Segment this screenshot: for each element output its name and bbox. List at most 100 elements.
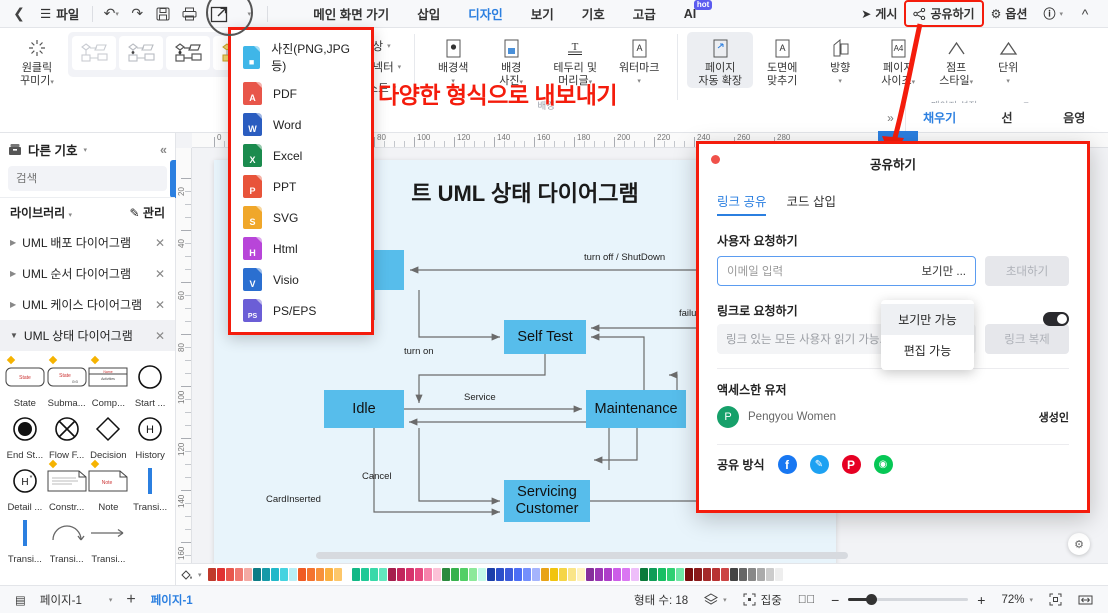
add-page-button[interactable]: + [119,591,142,609]
shape-composite[interactable]: Name Activities Comp... [88,355,130,409]
print-icon[interactable] [176,3,202,25]
library-item-sequence[interactable]: ▶ UML 순서 다이어그램 ✕ [0,258,175,289]
shape-submachine[interactable]: State ⊙⊙ Subma... [46,355,88,409]
color-swatch[interactable] [558,568,567,581]
close-icon[interactable]: ✕ [155,329,165,343]
tab-link-share[interactable]: 링크 공유 [717,191,767,216]
page-auto-expand-button[interactable]: 페이지 자동 확장 [687,32,754,88]
color-swatch[interactable] [342,568,351,581]
chevron-down-icon[interactable]: ▾ [838,75,842,88]
color-swatch[interactable] [612,568,621,581]
color-swatch[interactable] [243,568,252,581]
color-swatch[interactable] [216,568,225,581]
library-item-usecase[interactable]: ▶ UML 케이스 다이어그램 ✕ [0,289,175,320]
play-icon[interactable]: ▶⃝ [791,594,822,606]
color-swatch[interactable] [747,568,756,581]
help-button[interactable]: ⓘ ▾ [1036,2,1070,25]
shape-start-state[interactable]: Start ... [129,359,171,409]
color-swatch[interactable] [513,568,522,581]
export-item-svg[interactable]: S SVG [231,202,371,233]
color-swatch[interactable] [288,568,297,581]
facebook-icon[interactable]: f [777,455,797,474]
invite-button[interactable]: 초대하기 [985,256,1069,286]
color-swatch[interactable] [351,568,360,581]
redo-icon[interactable]: ↷ [124,3,150,25]
view-mode-icon[interactable]: ▤ [8,593,33,607]
color-swatch[interactable] [270,568,279,581]
color-swatch[interactable] [567,568,576,581]
export-item-html[interactable]: H Html [231,233,371,264]
undo-icon[interactable]: ↶ ▾ [98,3,124,25]
color-swatch[interactable] [459,568,468,581]
state-node-maintenance[interactable]: Maintenance [586,390,686,428]
library-item-deployment[interactable]: ▶ UML 배포 다이어그램 ✕ [0,227,175,258]
color-swatch[interactable] [774,568,783,581]
color-swatch[interactable] [549,568,558,581]
color-swatch[interactable] [396,568,405,581]
color-swatch[interactable] [369,568,378,581]
chevron-down-icon[interactable]: ▾ [1006,75,1010,88]
tab-line[interactable]: 선 [973,104,1040,131]
color-swatch[interactable] [540,568,549,581]
color-swatch[interactable] [297,568,306,581]
export-item-visio[interactable]: V Visio [231,264,371,295]
tab-shadow[interactable]: 음영 [1041,104,1108,131]
shape-decision[interactable]: Decision [88,411,130,461]
color-swatch[interactable] [207,568,216,581]
state-node-servicing-customer[interactable]: Servicing Customer [504,480,590,522]
color-swatch[interactable] [486,568,495,581]
theme-thumb-3[interactable] [166,36,210,70]
state-node-self-test[interactable]: Self Test [504,320,586,354]
options-button[interactable]: ⚙ 옵션 [984,2,1035,25]
color-swatch[interactable] [324,568,333,581]
fit-width-icon[interactable] [1071,594,1100,606]
tab-fill[interactable]: 채우기 [906,104,973,131]
fit-page-icon[interactable] [1042,593,1069,606]
color-swatch[interactable] [603,568,612,581]
library-item-state[interactable]: ▼ UML 상태 다이어그램 ✕ [0,320,175,351]
color-swatch[interactable] [333,568,342,581]
permission-option-edit[interactable]: 편집 가능 [881,335,974,366]
tab-view[interactable]: 보기 [517,0,568,27]
theme-thumb-2[interactable] [119,36,163,70]
horizontal-scrollbar[interactable] [316,552,848,559]
shape-end-state[interactable]: End St... [4,411,46,461]
color-swatch[interactable] [648,568,657,581]
zoom-slider-handle[interactable] [866,594,878,605]
color-swatch[interactable] [450,568,459,581]
color-swatch[interactable] [630,568,639,581]
color-swatch[interactable] [252,568,261,581]
color-swatch[interactable] [720,568,729,581]
color-swatch[interactable] [441,568,450,581]
tab-ai[interactable]: AI hot [670,0,713,25]
tab-design[interactable]: 디자인 [454,0,517,31]
search-input[interactable] [16,172,170,185]
color-swatch[interactable] [756,568,765,581]
jump-style-button[interactable]: 점프 스타일▾ [927,32,985,89]
shape-transition-bar2[interactable]: Transi... [4,515,46,565]
chevron-down-icon[interactable]: ▾ [198,571,202,579]
color-swatch[interactable] [387,568,396,581]
publish-button[interactable]: ➤ 게시 [854,2,904,25]
chevron-down-icon[interactable]: ▾ [83,146,87,154]
zoom-out-button[interactable]: − [824,592,846,608]
email-field[interactable]: 이메일 입력 보기만 ... [717,256,976,286]
color-swatch[interactable] [468,568,477,581]
shape-deep-history[interactable]: H * Detail ... [4,463,46,513]
link-toggle[interactable] [1043,312,1069,326]
color-swatch[interactable] [765,568,774,581]
collapse-ribbon-icon[interactable]: ^ [1072,3,1098,25]
color-swatch[interactable] [675,568,684,581]
file-menu-button[interactable]: ☰ 파일 [32,4,87,23]
page-tab-1[interactable]: 페이지-1 [143,592,201,608]
close-icon[interactable]: ✕ [155,267,165,281]
color-swatch[interactable] [405,568,414,581]
chevron-down-icon[interactable]: ▾ [637,75,641,88]
color-swatch[interactable] [693,568,702,581]
close-icon[interactable]: ✕ [155,298,165,312]
permission-option-view[interactable]: 보기만 가능 [881,304,974,335]
pinterest-icon[interactable]: P [841,455,861,474]
expand-right-icon[interactable]: » [876,103,906,132]
zoom-slider[interactable] [848,594,969,605]
zoom-in-button[interactable]: + [970,592,992,608]
